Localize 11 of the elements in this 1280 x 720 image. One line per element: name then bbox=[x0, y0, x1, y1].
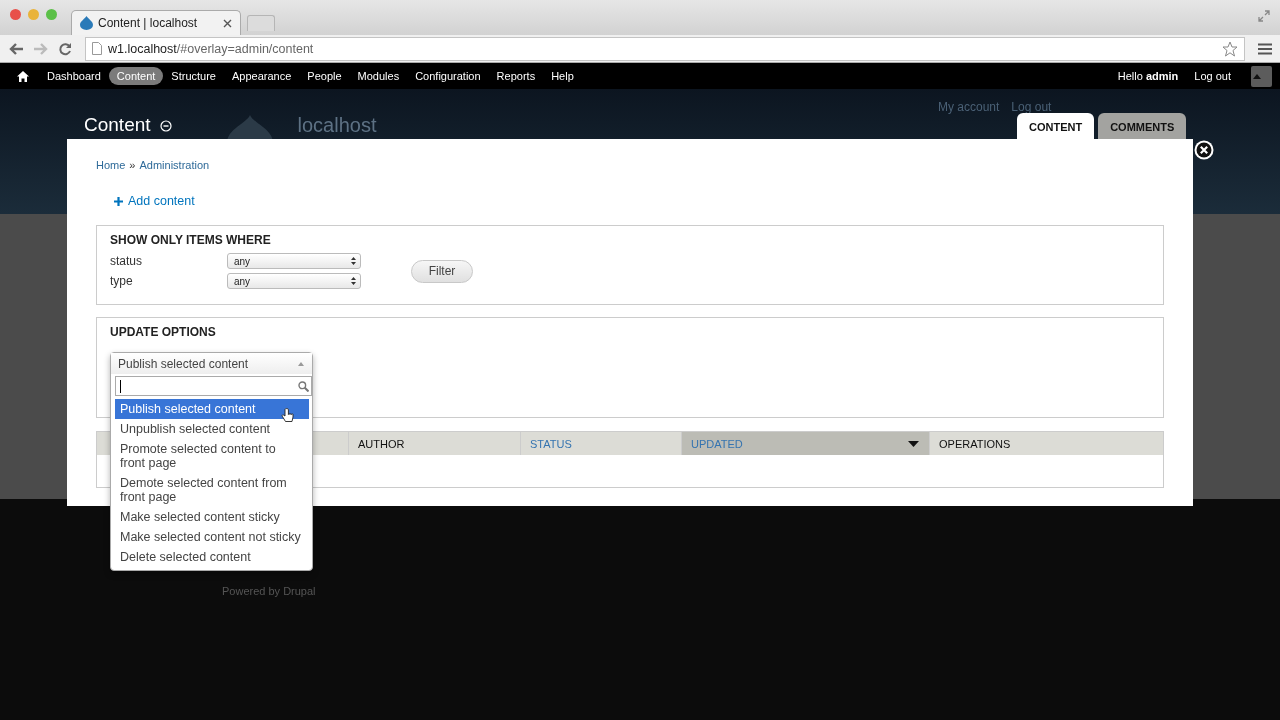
column-header: AUTHOR bbox=[348, 432, 520, 455]
fieldset-legend: UPDATE OPTIONS bbox=[110, 325, 1150, 339]
filter-label: type bbox=[110, 274, 134, 288]
filter-label: status bbox=[110, 254, 143, 268]
breadcrumb-separator: » bbox=[129, 159, 136, 171]
column-header: OPERATIONS bbox=[929, 432, 1163, 455]
greeting-text: Hello admin bbox=[1116, 69, 1180, 84]
page-title: Content bbox=[84, 113, 151, 137]
fieldset-legend: SHOW ONLY ITEMS WHERE bbox=[110, 233, 1150, 247]
footer-text: Powered by Drupal bbox=[222, 585, 316, 597]
site-name: localhost bbox=[297, 114, 377, 136]
